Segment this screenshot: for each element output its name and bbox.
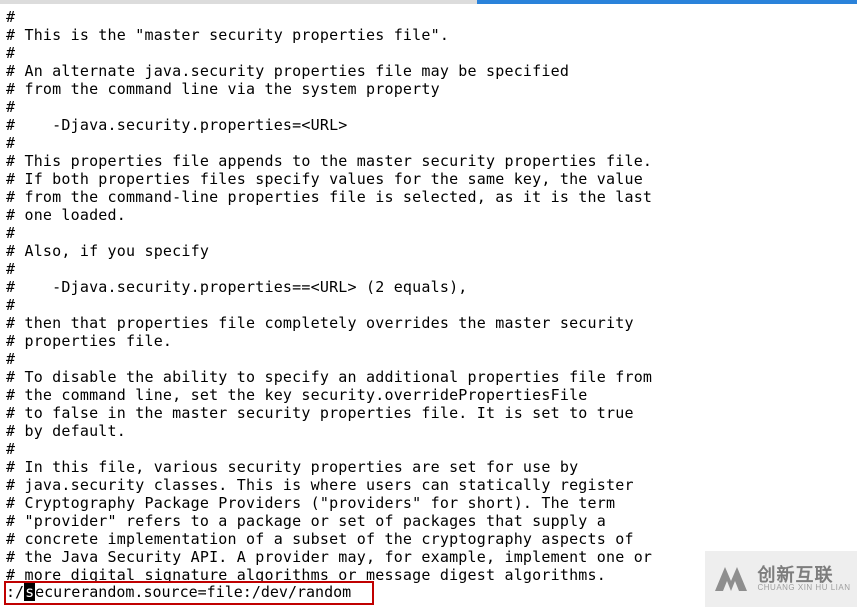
title-bar [0,0,857,4]
watermark-text-cn: 创新互联 [757,566,850,584]
watermark-logo-icon [711,561,751,597]
watermark-text-en: CHUANG XIN HU LIAN [757,584,850,592]
command-prefix: :/ [6,583,24,601]
editor-content[interactable]: # # This is the "master security propert… [0,4,857,584]
command-rest: ecurerandom.source=file:/dev/random [35,583,351,601]
watermark: 创新互联 CHUANG XIN HU LIAN [705,551,857,607]
editor-command-line[interactable]: :/securerandom.source=file:/dev/random [0,583,357,601]
command-cursor: s [24,583,35,601]
